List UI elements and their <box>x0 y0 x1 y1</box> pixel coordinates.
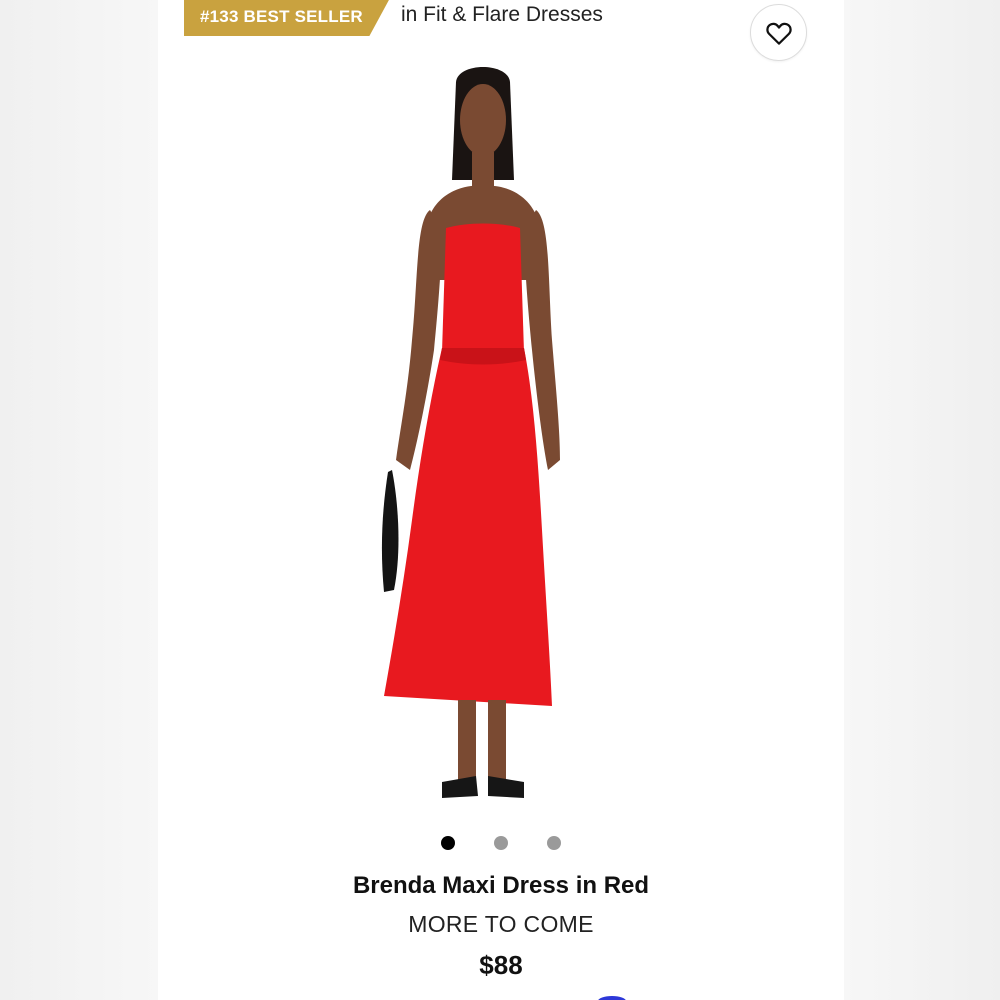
background-left <box>0 0 158 1000</box>
product-image[interactable] <box>338 60 628 820</box>
product-name[interactable]: Brenda Maxi Dress in Red <box>158 872 844 900</box>
heart-outline-icon <box>765 22 792 45</box>
carousel-dot-1[interactable] <box>441 836 455 850</box>
category-link[interactable]: in Fit & Flare Dresses <box>401 3 603 27</box>
background-right <box>844 0 1000 1000</box>
carousel-dots <box>158 836 844 850</box>
product-brand[interactable]: MORE TO COME <box>158 911 844 938</box>
best-seller-label: #133 BEST SELLER <box>200 7 363 26</box>
favorite-button[interactable] <box>750 4 807 61</box>
carousel-dot-2[interactable] <box>494 836 508 850</box>
product-card[interactable]: #133 BEST SELLER in Fit & Flare Dresses <box>158 0 844 1000</box>
partial-swatch <box>598 996 626 1000</box>
product-price: $88 <box>479 950 523 980</box>
carousel-dot-3[interactable] <box>547 836 561 850</box>
best-seller-badge: #133 BEST SELLER <box>184 0 390 36</box>
